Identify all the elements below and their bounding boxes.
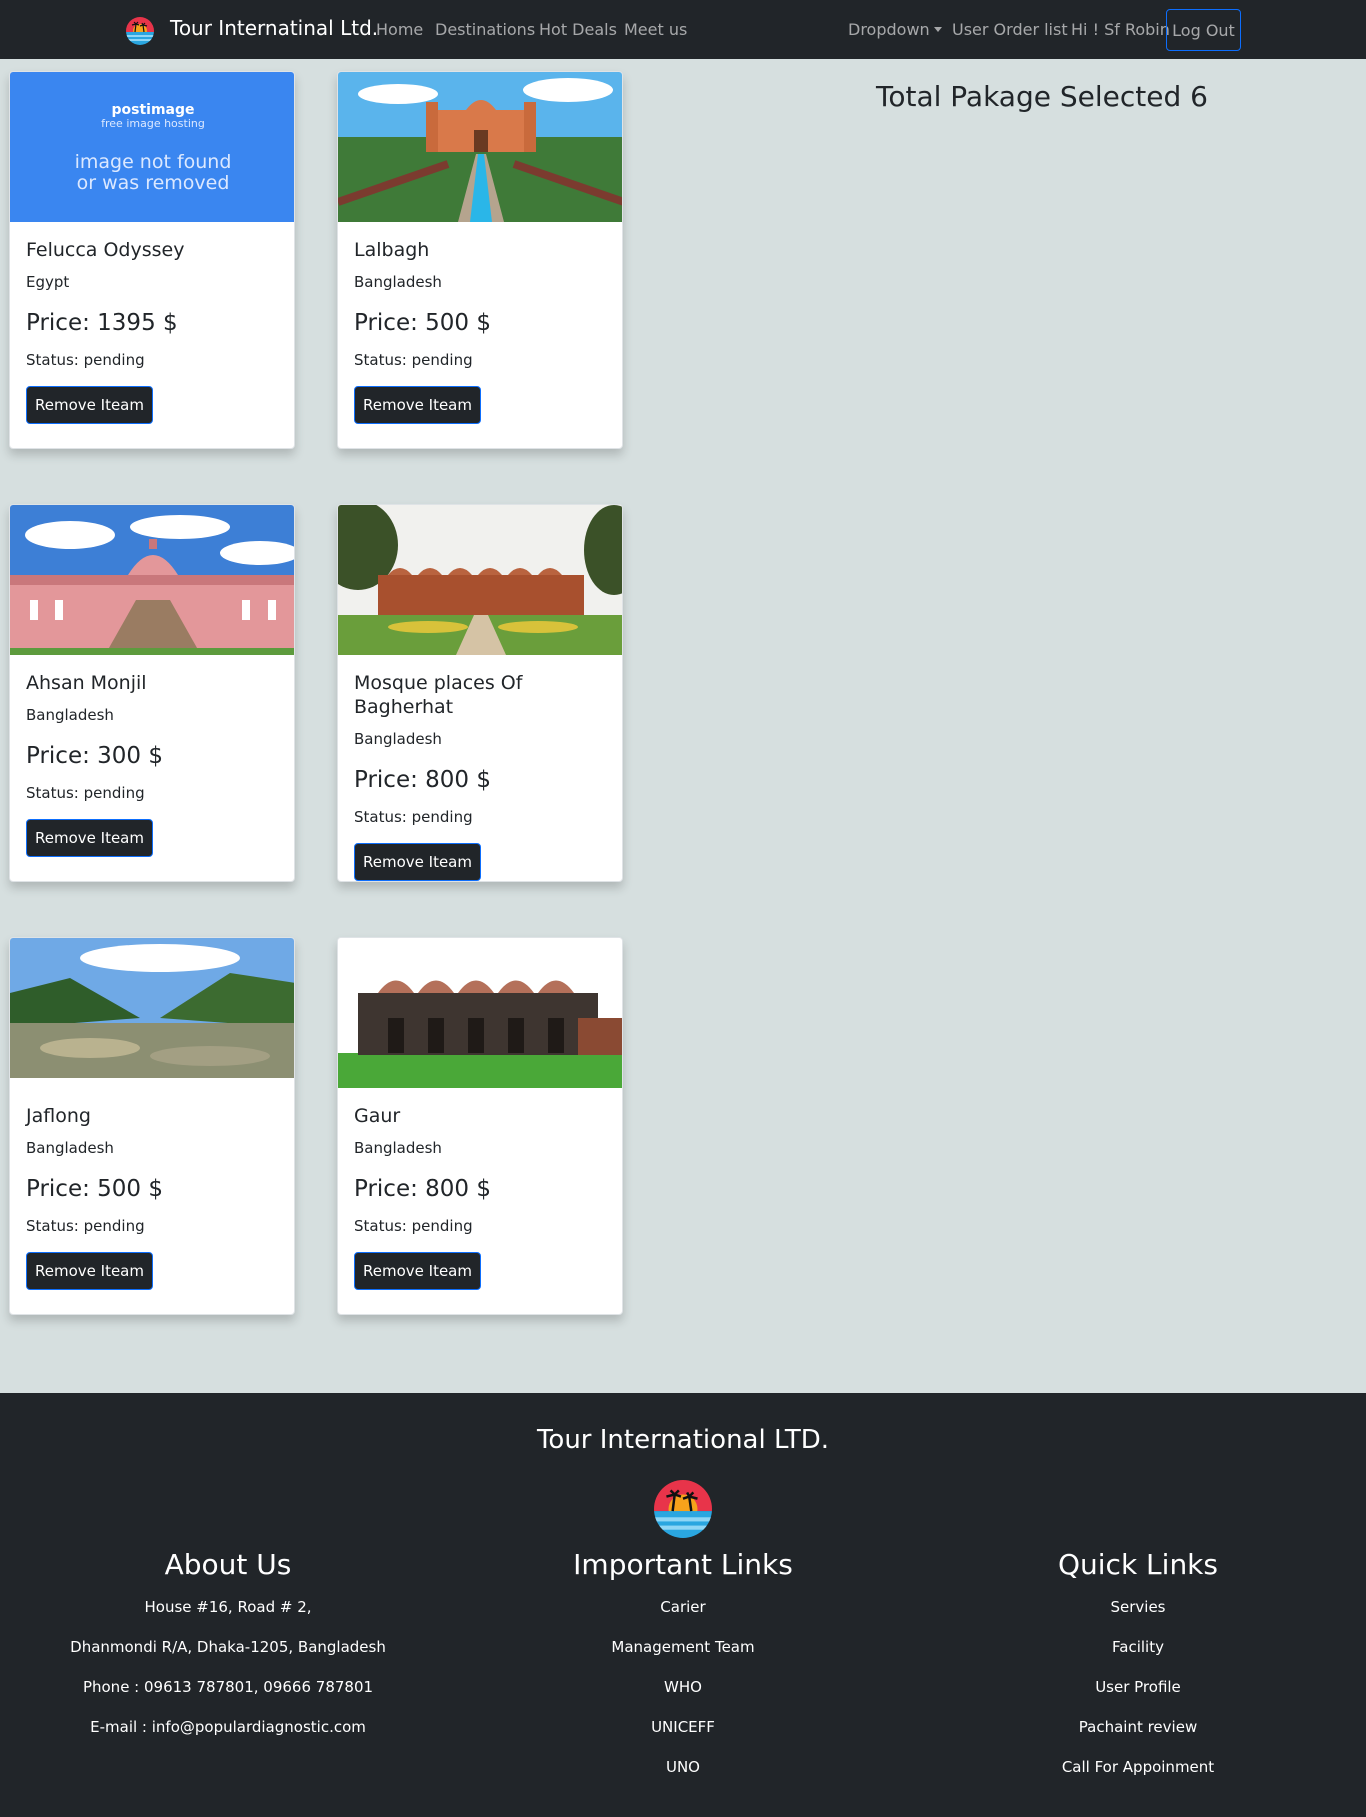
package-title: Jaflong (26, 1105, 91, 1127)
broken-image-msg1: image not found (75, 151, 232, 173)
logout-button[interactable]: Log Out (1166, 9, 1241, 51)
broken-image-brand: postimage (111, 102, 194, 118)
package-status: Status: pending (26, 1217, 145, 1235)
link-uno[interactable]: UNO (473, 1747, 893, 1787)
link-who[interactable]: WHO (473, 1667, 893, 1707)
total-packages-heading: Total Pakage Selected 6 (876, 80, 1208, 113)
nav-dropdown[interactable]: Dropdown (848, 20, 942, 39)
package-price: Price: 500 $ (26, 1176, 164, 1202)
package-card: Ahsan Monjil Bangladesh Price: 300 $ Sta… (9, 504, 295, 882)
package-country: Bangladesh (354, 273, 442, 291)
broken-image-msg2: or was removed (77, 172, 230, 194)
package-price: Price: 500 $ (354, 310, 492, 336)
footer-quick-links: Quick Links Servies Facility User Profil… (928, 1545, 1348, 1787)
nav-home[interactable]: Home (376, 20, 423, 39)
remove-item-button[interactable]: Remove Iteam (354, 843, 481, 881)
package-image (338, 938, 622, 1088)
user-greeting: Hi ! Sf Robin (1071, 20, 1170, 39)
nav-user-order-list[interactable]: User Order list (952, 20, 1068, 39)
caret-down-icon (933, 27, 942, 32)
about-email: E-mail : info@populardiagnostic.com (90, 1718, 366, 1736)
footer-logo-icon (654, 1480, 712, 1538)
package-status: Status: pending (354, 1217, 473, 1235)
package-card: Mosque places Of Bagherhat Bangladesh Pr… (337, 504, 623, 882)
about-address-line2: Dhanmondi R/A, Dhaka-1205, Bangladesh (70, 1638, 386, 1656)
package-title-line1: Mosque places Of (354, 672, 523, 694)
package-country: Bangladesh (26, 1139, 114, 1157)
nav-destinations[interactable]: Destinations (435, 20, 535, 39)
link-uniceff[interactable]: UNICEFF (473, 1707, 893, 1747)
link-facility[interactable]: Facility (928, 1627, 1348, 1667)
navbar: Tour Internatinal Ltd. Home Destinations… (0, 0, 1366, 59)
brand-name[interactable]: Tour Internatinal Ltd. (170, 16, 378, 40)
package-status: Status: pending (354, 808, 473, 826)
nav-meet-us[interactable]: Meet us (624, 20, 687, 39)
package-title: Mosque places Of Bagherhat (354, 671, 522, 719)
link-management-team[interactable]: Management Team (473, 1627, 893, 1667)
brand-logo-icon[interactable] (126, 17, 154, 45)
package-title: Ahsan Monjil (26, 672, 147, 694)
link-user-profile[interactable]: User Profile (928, 1667, 1348, 1707)
package-title: Felucca Odyssey (26, 239, 185, 261)
package-image (10, 505, 294, 655)
nav-hot-deals[interactable]: Hot Deals (539, 20, 617, 39)
remove-item-button[interactable]: Remove Iteam (26, 386, 153, 424)
package-price: Price: 1395 $ (26, 310, 178, 336)
package-price: Price: 800 $ (354, 767, 492, 793)
about-address-line1: House #16, Road # 2, (144, 1598, 312, 1616)
quick-links-heading: Quick Links (1057, 1548, 1218, 1581)
package-country: Egypt (26, 273, 70, 291)
footer: Tour International LTD. About Us House #… (0, 1393, 1366, 1817)
package-image (10, 938, 294, 1088)
link-carier[interactable]: Carier (473, 1587, 893, 1627)
remove-item-button[interactable]: Remove Iteam (354, 386, 481, 424)
package-card: Gaur Bangladesh Price: 800 $ Status: pen… (337, 937, 623, 1315)
package-title: Gaur (354, 1105, 401, 1127)
package-price: Price: 300 $ (26, 743, 164, 769)
package-status: Status: pending (26, 784, 145, 802)
footer-about: About Us House #16, Road # 2, Dhanmondi … (18, 1545, 438, 1747)
remove-item-button[interactable]: Remove Iteam (26, 819, 153, 857)
package-country: Bangladesh (26, 706, 114, 724)
package-image: postimage free image hosting image not f… (10, 72, 294, 222)
nav-dropdown-label: Dropdown (848, 20, 930, 39)
package-card: Lalbagh Bangladesh Price: 500 $ Status: … (337, 71, 623, 449)
package-title-line2: Bagherhat (354, 696, 454, 718)
package-price: Price: 800 $ (354, 1176, 492, 1202)
about-heading: About Us (164, 1548, 292, 1581)
remove-item-button[interactable]: Remove Iteam (26, 1252, 153, 1290)
broken-image-sub: free image hosting (101, 117, 205, 130)
package-image (338, 505, 622, 655)
package-card: Jaflong Bangladesh Price: 500 $ Status: … (9, 937, 295, 1315)
about-phone: Phone : 09613 787801, 09666 787801 (82, 1678, 374, 1696)
link-call-for-appoinment[interactable]: Call For Appoinment (928, 1747, 1348, 1787)
package-title: Lalbagh (354, 239, 430, 261)
link-servies[interactable]: Servies (928, 1587, 1348, 1627)
remove-item-button[interactable]: Remove Iteam (354, 1252, 481, 1290)
package-country: Bangladesh (354, 730, 442, 748)
footer-title: Tour International LTD. (536, 1425, 830, 1455)
package-card: postimage free image hosting image not f… (9, 71, 295, 449)
footer-important-links: Important Links Carier Management Team W… (473, 1545, 893, 1787)
package-image (338, 72, 622, 222)
package-country: Bangladesh (354, 1139, 442, 1157)
important-links-heading: Important Links (573, 1548, 793, 1581)
package-status: Status: pending (354, 351, 473, 369)
link-pachaint-review[interactable]: Pachaint review (928, 1707, 1348, 1747)
package-status: Status: pending (26, 351, 145, 369)
